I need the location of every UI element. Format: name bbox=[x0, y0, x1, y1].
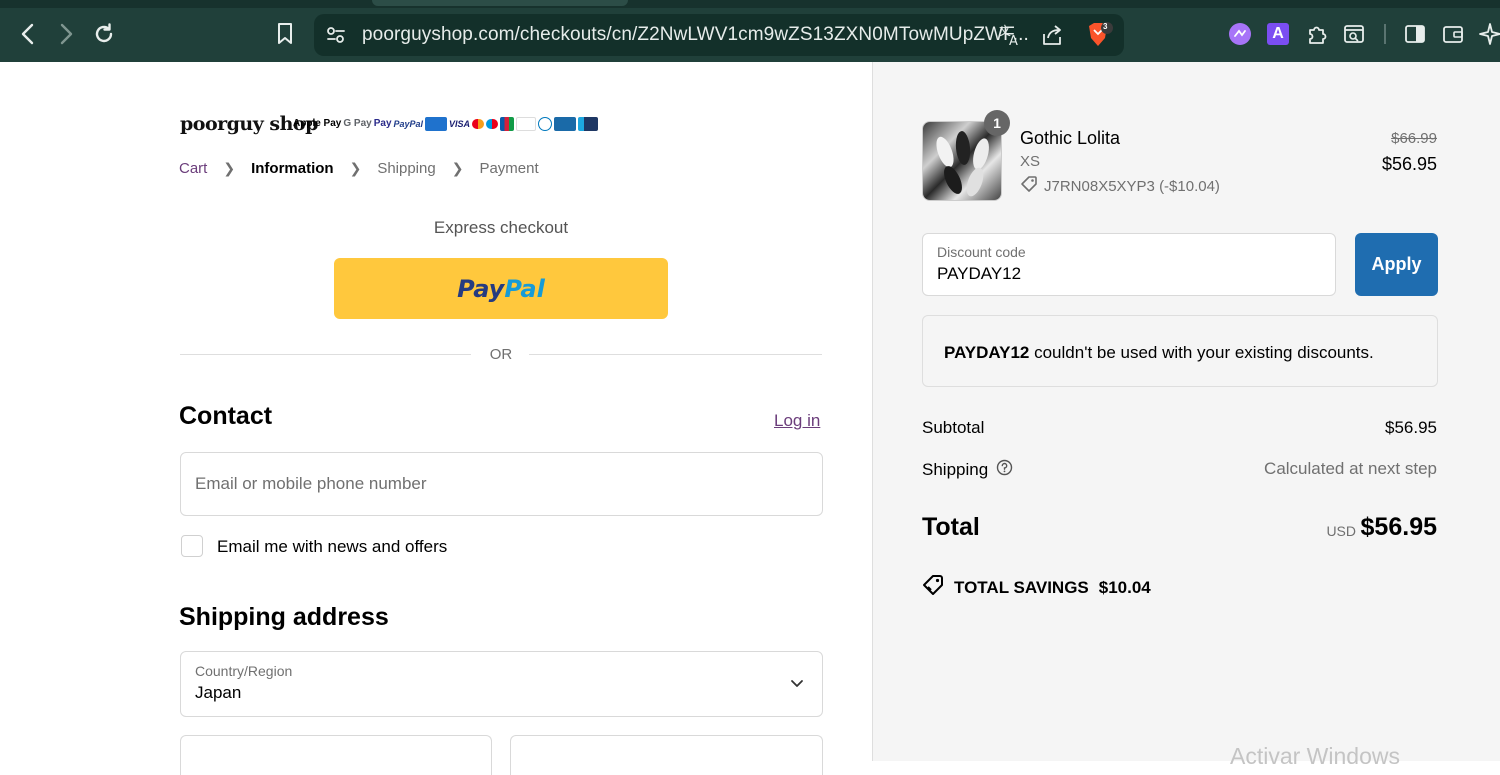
back-icon[interactable] bbox=[14, 20, 42, 48]
reload-icon[interactable] bbox=[90, 20, 118, 48]
brave-shield-icon[interactable]: 3 bbox=[1086, 22, 1114, 48]
email-placeholder: Email or mobile phone number bbox=[195, 474, 427, 493]
chevron-right-icon: ❯ bbox=[451, 160, 464, 176]
leo-star-icon[interactable] bbox=[1478, 22, 1500, 46]
savings-label: TOTAL SAVINGS bbox=[954, 577, 1089, 597]
total-value: $56.95 bbox=[1360, 513, 1437, 541]
chevron-right-icon: ❯ bbox=[349, 160, 362, 176]
discount-code-field[interactable]: Discount code PAYDAY12 bbox=[922, 233, 1336, 296]
unionpay-badge bbox=[554, 117, 577, 131]
breadcrumb-shipping: Shipping bbox=[377, 160, 436, 177]
country-value: Japan bbox=[195, 683, 242, 702]
extension-a-icon[interactable]: A bbox=[1266, 22, 1290, 46]
translate-icon[interactable]: 文A bbox=[998, 22, 1022, 49]
product-original-price: $66.99 bbox=[1391, 130, 1437, 147]
share-icon[interactable] bbox=[1040, 22, 1064, 48]
newsletter-checkbox[interactable] bbox=[181, 535, 203, 557]
puzzle-icon[interactable] bbox=[1305, 22, 1329, 46]
discount-error-text: PAYDAY12 couldn't be used with your exis… bbox=[944, 343, 1374, 363]
last-name-field[interactable] bbox=[510, 735, 823, 775]
mastercard-badge bbox=[472, 119, 485, 129]
sidebar-icon[interactable] bbox=[1403, 22, 1427, 46]
forward-icon[interactable] bbox=[52, 20, 80, 48]
product-variant: XS bbox=[1020, 153, 1041, 170]
reader-icon[interactable] bbox=[1342, 22, 1366, 46]
tag-icon bbox=[1020, 175, 1038, 197]
paypal-badge: PayPal bbox=[393, 119, 424, 129]
country-select[interactable]: Country/Region Japan bbox=[180, 651, 823, 717]
breadcrumb-payment: Payment bbox=[479, 160, 539, 177]
wallet-icon[interactable] bbox=[1441, 22, 1465, 46]
shipping-row-label: Shipping bbox=[922, 459, 1013, 481]
apply-button[interactable]: Apply bbox=[1355, 233, 1438, 296]
breadcrumb: Cart ❯ Information ❯ Shipping ❯ Payment bbox=[179, 160, 539, 177]
country-label: Country/Region bbox=[195, 663, 293, 679]
visa-badge: VISA bbox=[449, 119, 471, 129]
contact-heading: Contact bbox=[179, 402, 273, 430]
total-label: Total bbox=[922, 513, 980, 541]
checkout-main: poorguy shop Apple Pay G Pay Pay PayPal … bbox=[0, 62, 872, 775]
discount-code-label: Discount code bbox=[937, 244, 1026, 260]
login-link[interactable]: Log in bbox=[774, 411, 820, 431]
total-currency: USD bbox=[1326, 523, 1356, 539]
brave-badge-count: 3 bbox=[1103, 22, 1108, 31]
discount-error-notice: PAYDAY12 couldn't be used with your exis… bbox=[922, 315, 1438, 387]
paypal-logo-pay: Pay bbox=[457, 274, 505, 303]
breadcrumb-cart[interactable]: Cart bbox=[179, 160, 207, 177]
subtotal-value: $56.95 bbox=[1385, 418, 1437, 437]
maestro-badge bbox=[486, 119, 499, 129]
payment-methods: Apple Pay G Pay Pay PayPal VISA bbox=[293, 117, 599, 131]
amex-badge bbox=[425, 117, 448, 131]
express-checkout-title: Express checkout bbox=[433, 218, 569, 237]
or-divider-label: OR bbox=[489, 346, 513, 363]
diners-badge bbox=[538, 117, 553, 131]
tab-strip bbox=[0, 0, 1500, 8]
savings-value: $10.04 bbox=[1098, 577, 1151, 597]
newsletter-label[interactable]: Email me with news and offers bbox=[217, 537, 447, 557]
first-name-field[interactable] bbox=[180, 735, 492, 775]
jcb-badge bbox=[500, 117, 515, 131]
product-price: $56.95 bbox=[1381, 154, 1437, 174]
email-field[interactable]: Email or mobile phone number bbox=[180, 452, 823, 516]
paypal-button[interactable]: Pay Pal bbox=[334, 258, 668, 319]
discount-error-message: couldn't be used with your existing disc… bbox=[1029, 343, 1374, 362]
url-text[interactable]: poorguyshop.com/checkouts/cn/Z2NwLWV1cm9… bbox=[362, 24, 1029, 46]
generic-pay-badge: Pay bbox=[373, 118, 392, 129]
toolbar-divider bbox=[1384, 24, 1386, 44]
address-bar[interactable]: poorguyshop.com/checkouts/cn/Z2NwLWV1cm9… bbox=[314, 14, 1124, 56]
leo-ai-icon[interactable] bbox=[1228, 22, 1252, 46]
bancontact-badge bbox=[578, 117, 599, 131]
site-settings-icon[interactable] bbox=[324, 23, 348, 47]
savings-tag-icon bbox=[922, 574, 944, 601]
bookmark-icon[interactable] bbox=[271, 20, 299, 48]
browser-toolbar: poorguyshop.com/checkouts/cn/Z2NwLWV1cm9… bbox=[0, 0, 1500, 62]
apple-pay-badge: Apple Pay bbox=[293, 118, 342, 129]
paypal-logo-pal: Pal bbox=[504, 274, 545, 303]
active-tab-edge[interactable] bbox=[372, 0, 628, 6]
discover-badge bbox=[516, 117, 537, 131]
extension-a-letter: A bbox=[1267, 23, 1289, 45]
chevron-right-icon: ❯ bbox=[223, 160, 236, 176]
discount-error-code: PAYDAY12 bbox=[944, 343, 1030, 362]
divider-left bbox=[180, 354, 471, 355]
shipping-address-heading: Shipping address bbox=[179, 603, 389, 631]
order-summary: 1 Gothic Lolita XS J7RN08X5XYP3 (-$10.04… bbox=[872, 62, 1500, 769]
discount-code-value: PAYDAY12 bbox=[937, 264, 1022, 283]
quantity-badge: 1 bbox=[984, 110, 1010, 136]
product-name: Gothic Lolita bbox=[1020, 128, 1121, 148]
total-savings: TOTAL SAVINGS $10.04 bbox=[922, 574, 1151, 601]
divider-right bbox=[529, 354, 822, 355]
shipping-label: Shipping bbox=[922, 460, 989, 479]
breadcrumb-information: Information bbox=[251, 160, 334, 177]
google-pay-badge: G Pay bbox=[343, 118, 372, 129]
chevron-down-icon bbox=[790, 676, 804, 694]
product-discount: J7RN08X5XYP3 (-$10.04) bbox=[1020, 175, 1220, 197]
product-discount-code: J7RN08X5XYP3 (-$10.04) bbox=[1044, 177, 1220, 195]
help-icon[interactable] bbox=[996, 459, 1013, 481]
windows-activation-watermark: Activar Windows bbox=[1230, 743, 1400, 769]
svg-text:A: A bbox=[1009, 34, 1018, 48]
shipping-value: Calculated at next step bbox=[1264, 459, 1437, 478]
subtotal-label: Subtotal bbox=[922, 418, 985, 437]
